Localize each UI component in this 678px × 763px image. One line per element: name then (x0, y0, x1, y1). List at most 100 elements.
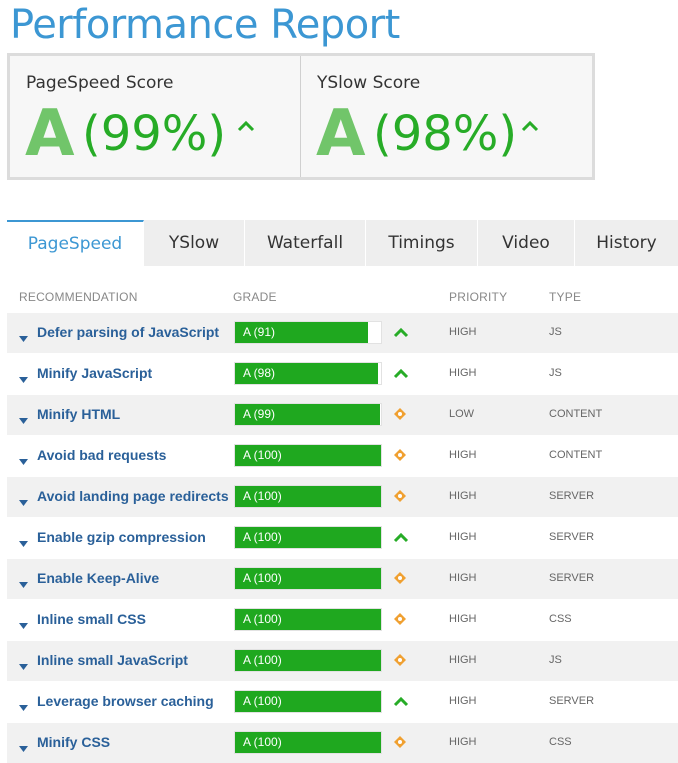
tab-waterfall[interactable]: Waterfall (245, 220, 366, 266)
type-value: CSS (549, 736, 572, 748)
caret-down-icon[interactable] (19, 739, 28, 757)
tab-yslow[interactable]: YSlow (144, 220, 245, 266)
diamond-icon (393, 489, 407, 508)
type-value: CONTENT (549, 449, 603, 461)
table-row[interactable]: Avoid landing page redirects A (100) HIGH S… (7, 476, 678, 517)
table-row[interactable]: Inline small JavaScript A (100) HIGH JS (7, 640, 678, 681)
table-header: RECOMMENDATION GRADE PRIORITY TYPE (7, 276, 678, 312)
priority-value: HIGH (449, 326, 477, 338)
grade-value: A (100) (243, 694, 282, 708)
pagespeed-score-card: PageSpeed Score A (99%) (10, 56, 301, 177)
grade-bar: A (100) (234, 649, 382, 672)
grade-bar-fill: A (100) (235, 691, 381, 712)
recommendation-name[interactable]: Defer parsing of JavaScript (37, 324, 219, 340)
grade-bar: A (100) (234, 526, 382, 549)
table-row[interactable]: Enable gzip compression A (100) HIGH SERVER (7, 517, 678, 558)
grade-bar-fill: A (100) (235, 527, 381, 548)
tab-video[interactable]: Video (478, 220, 575, 266)
grade-bar-fill: A (100) (235, 486, 381, 507)
type-value: JS (549, 654, 562, 666)
type-value: JS (549, 326, 562, 338)
recommendation-name[interactable]: Minify HTML (37, 406, 120, 422)
table-row[interactable]: Minify HTML A (99) LOW CONTENT (7, 394, 678, 435)
yslow-grade-letter: A (316, 97, 366, 171)
recommendation-name[interactable]: Leverage browser caching (37, 693, 214, 709)
grade-bar-fill: A (98) (235, 363, 379, 384)
caret-down-icon[interactable] (19, 657, 28, 675)
table-row[interactable]: Avoid bad requests A (100) HIGH CONTENT (7, 435, 678, 476)
caret-down-icon[interactable] (19, 698, 28, 716)
type-value: SERVER (549, 695, 595, 707)
chevron-up-icon (393, 325, 409, 343)
page-title: Performance Report (10, 2, 400, 48)
priority-value: HIGH (449, 613, 477, 625)
report-tabs: PageSpeed YSlow Waterfall Timings Video … (7, 220, 678, 266)
grade-value: A (91) (243, 325, 276, 339)
grade-bar: A (100) (234, 444, 382, 467)
caret-down-icon[interactable] (19, 493, 28, 511)
header-recommendation: RECOMMENDATION (19, 290, 138, 304)
grade-bar-fill: A (100) (235, 568, 381, 589)
chevron-up-icon (393, 530, 409, 548)
header-type: TYPE (549, 290, 582, 304)
pagespeed-score-percent: (99%) (82, 106, 227, 162)
grade-value: A (100) (243, 530, 282, 544)
priority-value: HIGH (449, 695, 477, 707)
caret-down-icon[interactable] (19, 329, 28, 347)
recommendation-name[interactable]: Inline small JavaScript (37, 652, 188, 668)
type-value: CONTENT (549, 408, 603, 420)
recommendation-name[interactable]: Minify JavaScript (37, 365, 152, 381)
table-body: Defer parsing of JavaScript A (91) HIGH JS M… (7, 312, 678, 763)
priority-value: HIGH (449, 367, 477, 379)
priority-value: HIGH (449, 490, 477, 502)
type-value: CSS (549, 613, 572, 625)
diamond-icon (393, 407, 407, 426)
pagespeed-grade-letter: A (25, 97, 75, 171)
recommendation-name[interactable]: Avoid bad requests (37, 447, 166, 463)
grade-value: A (100) (243, 571, 282, 585)
grade-bar: A (100) (234, 608, 382, 631)
chevron-up-icon (393, 366, 409, 384)
table-row[interactable]: Inline small CSS A (100) HIGH CSS (7, 599, 678, 640)
grade-value: A (100) (243, 489, 282, 503)
priority-value: LOW (449, 408, 475, 420)
recommendations-table: RECOMMENDATION GRADE PRIORITY TYPE Defer… (7, 276, 678, 763)
caret-down-icon[interactable] (19, 452, 28, 470)
grade-bar: A (100) (234, 690, 382, 713)
priority-value: HIGH (449, 449, 477, 461)
tab-history[interactable]: History (575, 220, 678, 266)
tab-pagespeed[interactable]: PageSpeed (7, 220, 144, 266)
grade-bar: A (91) (234, 321, 382, 344)
table-row[interactable]: Minify JavaScript A (98) HIGH JS (7, 353, 678, 394)
header-priority: PRIORITY (449, 290, 508, 304)
grade-value: A (99) (243, 407, 276, 421)
grade-value: A (98) (243, 366, 276, 380)
recommendation-name[interactable]: Inline small CSS (37, 611, 146, 627)
caret-down-icon[interactable] (19, 370, 28, 388)
recommendation-name[interactable]: Enable gzip compression (37, 529, 206, 545)
caret-down-icon[interactable] (19, 411, 28, 429)
recommendation-name[interactable]: Enable Keep-Alive (37, 570, 159, 586)
caret-down-icon[interactable] (19, 575, 28, 593)
grade-bar-fill: A (100) (235, 609, 381, 630)
table-row[interactable]: Minify CSS A (100) HIGH CSS (7, 722, 678, 763)
grade-value: A (100) (243, 612, 282, 626)
type-value: SERVER (549, 490, 595, 502)
yslow-score-percent: (98%) (373, 106, 518, 162)
grade-value: A (100) (243, 448, 282, 462)
grade-bar-fill: A (100) (235, 650, 381, 671)
caret-down-icon[interactable] (19, 616, 28, 634)
yslow-score-label: YSlow Score (317, 73, 421, 93)
grade-bar-fill: A (91) (235, 322, 368, 343)
pagespeed-score-label: PageSpeed Score (26, 73, 174, 93)
grade-bar-fill: A (100) (235, 732, 381, 753)
table-row[interactable]: Defer parsing of JavaScript A (91) HIGH JS (7, 312, 678, 353)
priority-value: HIGH (449, 572, 477, 584)
table-row[interactable]: Leverage browser caching A (100) HIGH SERVE… (7, 681, 678, 722)
tab-timings[interactable]: Timings (366, 220, 478, 266)
grade-bar-fill: A (99) (235, 404, 380, 425)
priority-value: HIGH (449, 531, 477, 543)
caret-down-icon[interactable] (19, 534, 28, 552)
table-row[interactable]: Enable Keep-Alive A (100) HIGH SERVER (7, 558, 678, 599)
recommendation-name[interactable]: Avoid landing page redirects (37, 488, 229, 504)
